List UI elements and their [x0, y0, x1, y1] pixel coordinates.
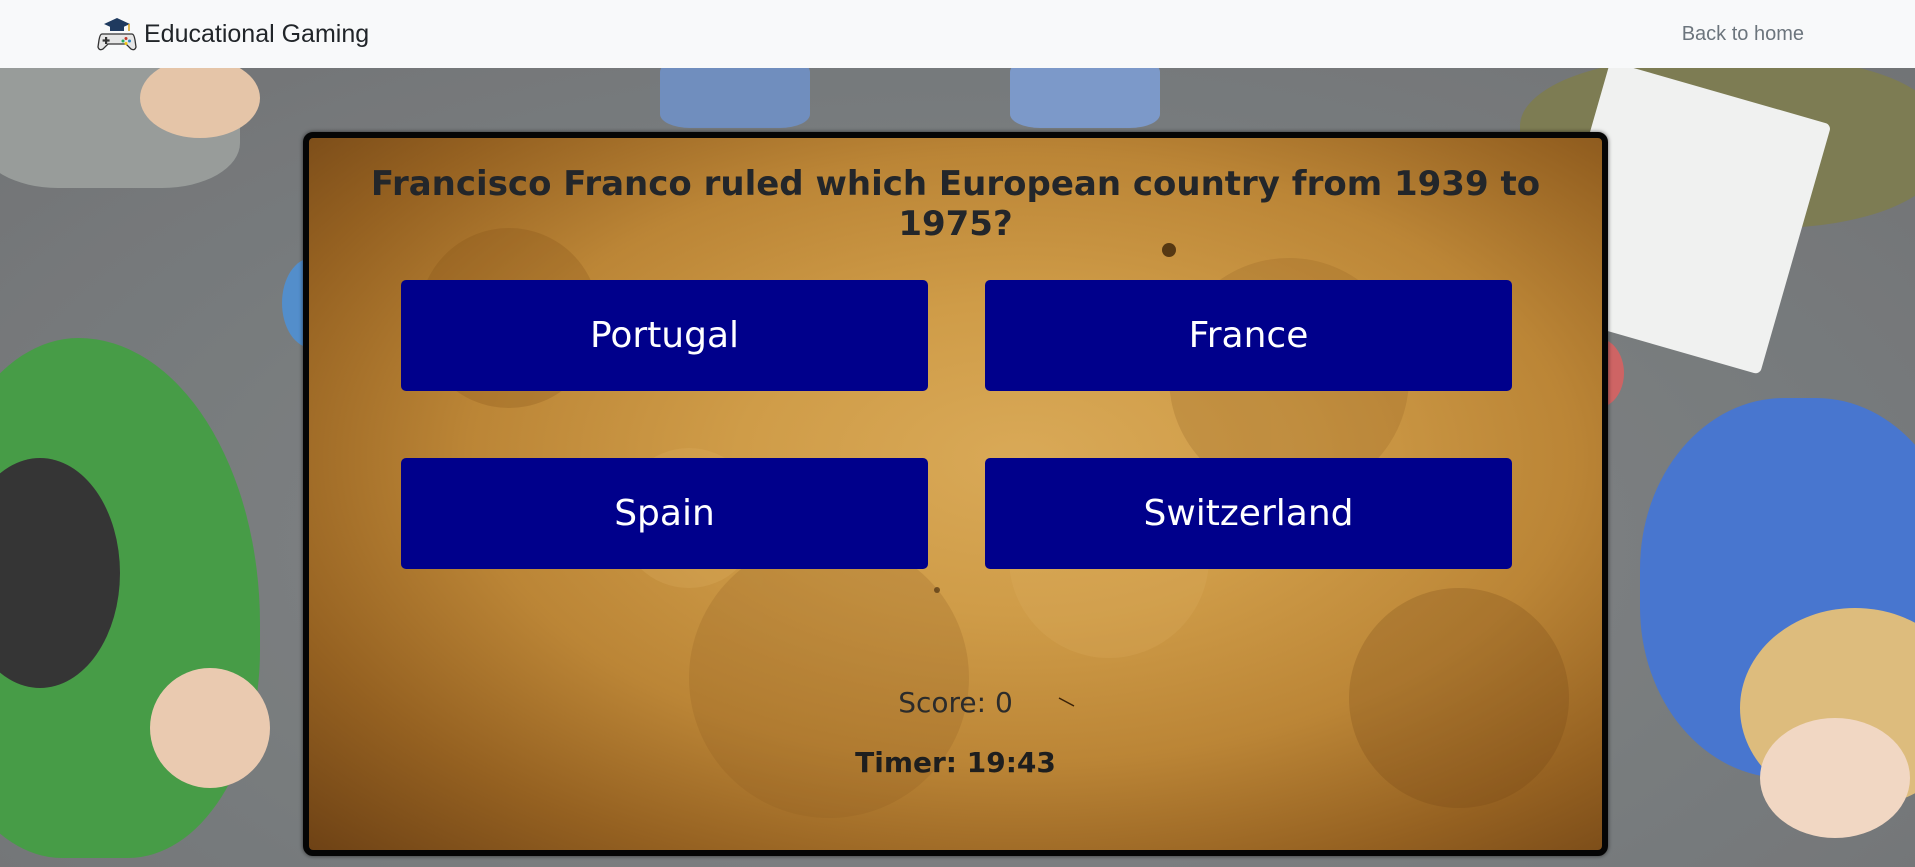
answer-button-3[interactable]: Spain	[401, 458, 928, 569]
question-text: Francisco Franco ruled which European co…	[370, 164, 1541, 244]
brand-link[interactable]: Educational Gaming	[96, 0, 369, 68]
gamepad-graduation-cap-icon	[97, 18, 137, 51]
score-display: Score: 0	[898, 686, 1013, 719]
answer-button-1[interactable]: Portugal	[401, 280, 928, 391]
timer-display: Timer: 19:43	[855, 746, 1056, 779]
navbar: Educational Gaming Back to home	[0, 0, 1915, 68]
back-to-home-link[interactable]: Back to home	[1682, 0, 1804, 68]
answer-button-4[interactable]: Switzerland	[985, 458, 1512, 569]
quiz-card: Francisco Franco ruled which European co…	[303, 132, 1608, 856]
answer-button-2[interactable]: France	[985, 280, 1512, 391]
brand-text: Educational Gaming	[144, 19, 370, 48]
